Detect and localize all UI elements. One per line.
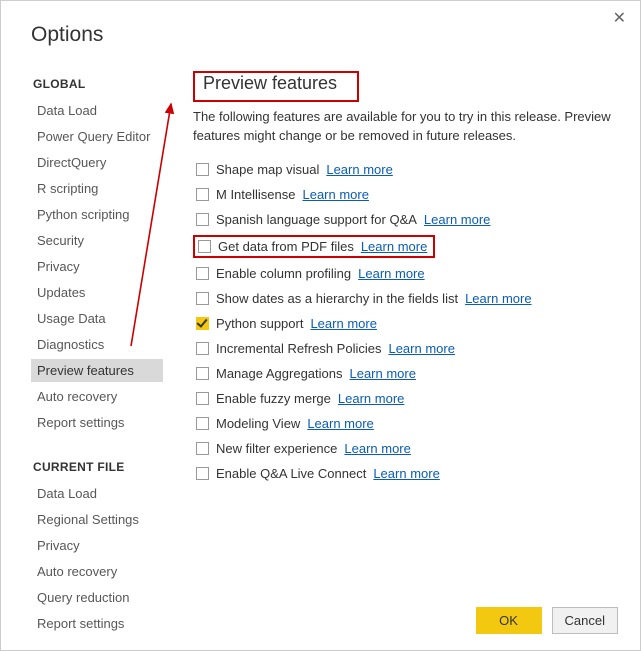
sidebar-heading-global: GLOBAL <box>33 77 163 91</box>
feature-checkbox[interactable] <box>196 188 209 201</box>
sidebar-item[interactable]: Data Load <box>31 99 163 122</box>
learn-more-link[interactable]: Learn more <box>344 441 410 456</box>
feature-label: Manage Aggregations <box>216 366 342 381</box>
learn-more-link[interactable]: Learn more <box>388 341 454 356</box>
feature-checkbox[interactable] <box>196 342 209 355</box>
feature-checkbox[interactable] <box>196 163 209 176</box>
learn-more-link[interactable]: Learn more <box>465 291 531 306</box>
sidebar-item[interactable]: Auto recovery <box>31 560 163 583</box>
sidebar-item[interactable]: Updates <box>31 281 163 304</box>
sidebar-item[interactable]: Data Load <box>31 482 163 505</box>
feature-row: Get data from PDF files Learn more <box>193 235 435 258</box>
feature-checkbox[interactable] <box>196 417 209 430</box>
feature-row: Enable Q&A Live Connect Learn more <box>193 464 618 483</box>
feature-row: Spanish language support for Q&A Learn mo… <box>193 210 618 229</box>
dialog-title: Options <box>1 1 640 47</box>
learn-more-link[interactable]: Learn more <box>302 187 368 202</box>
feature-checkbox[interactable] <box>196 267 209 280</box>
feature-checkbox[interactable] <box>196 213 209 226</box>
feature-label: Incremental Refresh Policies <box>216 341 381 356</box>
sidebar-item[interactable]: Python scripting <box>31 203 163 226</box>
feature-label: New filter experience <box>216 441 337 456</box>
sidebar-item[interactable]: Report settings <box>31 411 163 434</box>
sidebar-item[interactable]: Diagnostics <box>31 333 163 356</box>
feature-checkbox[interactable] <box>196 367 209 380</box>
feature-label: M Intellisense <box>216 187 295 202</box>
feature-row: New filter experience Learn more <box>193 439 618 458</box>
feature-label: Enable column profiling <box>216 266 351 281</box>
feature-checkbox[interactable] <box>196 292 209 305</box>
feature-label: Show dates as a hierarchy in the fields … <box>216 291 458 306</box>
feature-row: Manage Aggregations Learn more <box>193 364 618 383</box>
feature-checkbox[interactable] <box>196 467 209 480</box>
sidebar-heading-current: CURRENT FILE <box>33 460 163 474</box>
sidebar-item[interactable]: DirectQuery <box>31 151 163 174</box>
feature-row: Modeling View Learn more <box>193 414 618 433</box>
sidebar-item[interactable]: Regional Settings <box>31 508 163 531</box>
learn-more-link[interactable]: Learn more <box>307 416 373 431</box>
feature-row: Python support Learn more <box>193 314 618 333</box>
feature-row: Show dates as a hierarchy in the fields … <box>193 289 618 308</box>
sidebar-item[interactable]: Security <box>31 229 163 252</box>
sidebar-item[interactable]: Preview features <box>31 359 163 382</box>
ok-button[interactable]: OK <box>476 607 542 634</box>
cancel-button[interactable]: Cancel <box>552 607 618 634</box>
sidebar-item[interactable]: Auto recovery <box>31 385 163 408</box>
feature-checkbox[interactable] <box>196 442 209 455</box>
dialog-footer: OK Cancel <box>476 607 618 634</box>
feature-checkbox[interactable] <box>196 392 209 405</box>
feature-row: Enable fuzzy merge Learn more <box>193 389 618 408</box>
learn-more-link[interactable]: Learn more <box>338 391 404 406</box>
learn-more-link[interactable]: Learn more <box>424 212 490 227</box>
feature-label: Spanish language support for Q&A <box>216 212 417 227</box>
sidebar-item[interactable]: Privacy <box>31 534 163 557</box>
feature-row: Incremental Refresh Policies Learn more <box>193 339 618 358</box>
main-panel: Preview features The following features … <box>163 71 618 638</box>
feature-row: M Intellisense Learn more <box>193 185 618 204</box>
feature-checkbox[interactable] <box>198 240 211 253</box>
feature-row: Shape map visual Learn more <box>193 160 618 179</box>
section-description: The following features are available for… <box>193 108 618 146</box>
learn-more-link[interactable]: Learn more <box>358 266 424 281</box>
sidebar-item[interactable]: Query reduction <box>31 586 163 609</box>
learn-more-link[interactable]: Learn more <box>349 366 415 381</box>
feature-label: Enable Q&A Live Connect <box>216 466 366 481</box>
feature-label: Shape map visual <box>216 162 319 177</box>
sidebar: GLOBAL Data Load Power Query Editor Direct… <box>31 71 163 638</box>
learn-more-link[interactable]: Learn more <box>326 162 392 177</box>
learn-more-link[interactable]: Learn more <box>361 239 427 254</box>
options-dialog: ✕ Options GLOBAL Data Load Power Query Ed… <box>0 0 641 651</box>
sidebar-item[interactable]: R scripting <box>31 177 163 200</box>
feature-row: Enable column profiling Learn more <box>193 264 618 283</box>
close-icon[interactable]: ✕ <box>609 7 630 31</box>
sidebar-item[interactable]: Privacy <box>31 255 163 278</box>
feature-label: Python support <box>216 316 303 331</box>
section-heading: Preview features <box>199 73 341 96</box>
feature-label: Get data from PDF files <box>218 239 354 254</box>
learn-more-link[interactable]: Learn more <box>373 466 439 481</box>
sidebar-item[interactable]: Report settings <box>31 612 163 635</box>
feature-label: Modeling View <box>216 416 300 431</box>
sidebar-item[interactable]: Usage Data <box>31 307 163 330</box>
feature-checkbox[interactable] <box>196 317 209 330</box>
feature-label: Enable fuzzy merge <box>216 391 331 406</box>
sidebar-item[interactable]: Power Query Editor <box>31 125 163 148</box>
learn-more-link[interactable]: Learn more <box>310 316 376 331</box>
